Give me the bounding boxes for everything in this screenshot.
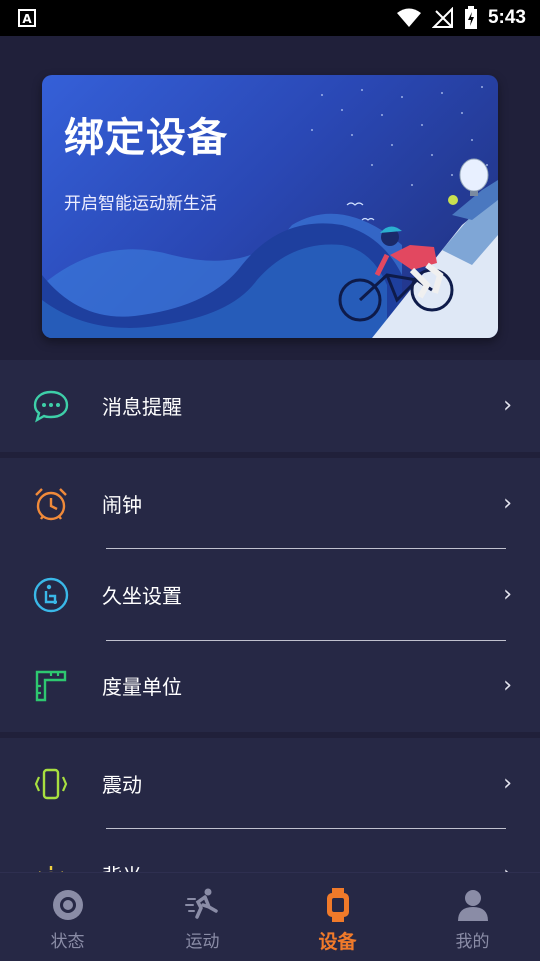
backlight-sun-icon [32, 856, 70, 872]
status-time: 5:43 [487, 7, 526, 28]
chevron-right-icon: › [503, 771, 512, 796]
tab-sport[interactable]: 运动 [135, 873, 270, 961]
tab-status[interactable]: 状态 [0, 873, 135, 961]
battery-charging-icon [464, 6, 477, 29]
menu-group-notifications: 消息提醒 › [0, 360, 540, 452]
menu-label-message-reminder: 消息提醒 [102, 395, 182, 419]
menu-label-alarm: 闹钟 [102, 493, 142, 517]
chevron-right-icon: › [503, 673, 512, 698]
watch-icon [320, 887, 356, 923]
wifi-icon [396, 8, 421, 27]
menu-label-sedentary: 久坐设置 [102, 584, 182, 608]
tab-label: 设备 [318, 931, 357, 953]
running-icon [184, 887, 221, 923]
menu-group-device: 震动 › 背光 › [0, 738, 540, 872]
menu-label-vibration: 震动 [102, 773, 142, 797]
tab-label: 运动 [185, 932, 220, 952]
menu-item-units[interactable]: 度量单位 › [0, 640, 540, 731]
chevron-right-icon: › [503, 582, 512, 607]
no-signal-icon [431, 7, 453, 28]
tab-mine[interactable]: 我的 [405, 873, 540, 961]
banner-section: 绑定设备 开启智能运动新生活 [0, 36, 540, 360]
ruler-icon [32, 667, 70, 705]
chevron-right-icon: › [503, 393, 512, 418]
bind-device-banner[interactable]: 绑定设备 开启智能运动新生活 [42, 75, 498, 338]
menu-item-vibration[interactable]: 震动 › [0, 738, 540, 829]
menu-group-settings: 闹钟 › 久坐设置 › 度量单位 › [0, 458, 540, 732]
message-bubble-icon [32, 387, 70, 425]
menu-item-backlight[interactable]: 背光 › [0, 829, 540, 872]
tab-device[interactable]: 设备 [270, 873, 405, 961]
alarm-clock-icon [32, 485, 70, 523]
svg-text:A: A [22, 12, 32, 26]
person-icon [455, 887, 491, 923]
menu-item-alarm[interactable]: 闹钟 › [0, 458, 540, 549]
status-icon [50, 887, 86, 923]
status-bar: A 5:43 [0, 0, 540, 36]
vibration-icon [32, 765, 70, 803]
menu-label-units: 度量单位 [102, 675, 182, 699]
menu-item-message-reminder[interactable]: 消息提醒 › [0, 360, 540, 451]
chevron-right-icon: › [503, 491, 512, 516]
menu-item-sedentary[interactable]: 久坐设置 › [0, 549, 540, 640]
chevron-right-icon: › [503, 862, 512, 872]
notification-a-icon: A [18, 9, 36, 27]
tab-label: 我的 [455, 932, 490, 952]
banner-title: 绑定设备 [64, 115, 228, 161]
sedentary-seat-icon [32, 576, 70, 614]
menu-label-backlight: 背光 [102, 860, 142, 872]
tab-label: 状态 [50, 932, 85, 952]
banner-subtitle: 开启智能运动新生活 [64, 194, 217, 214]
bottom-tab-bar: 状态 运动 设备 我的 [0, 872, 540, 961]
